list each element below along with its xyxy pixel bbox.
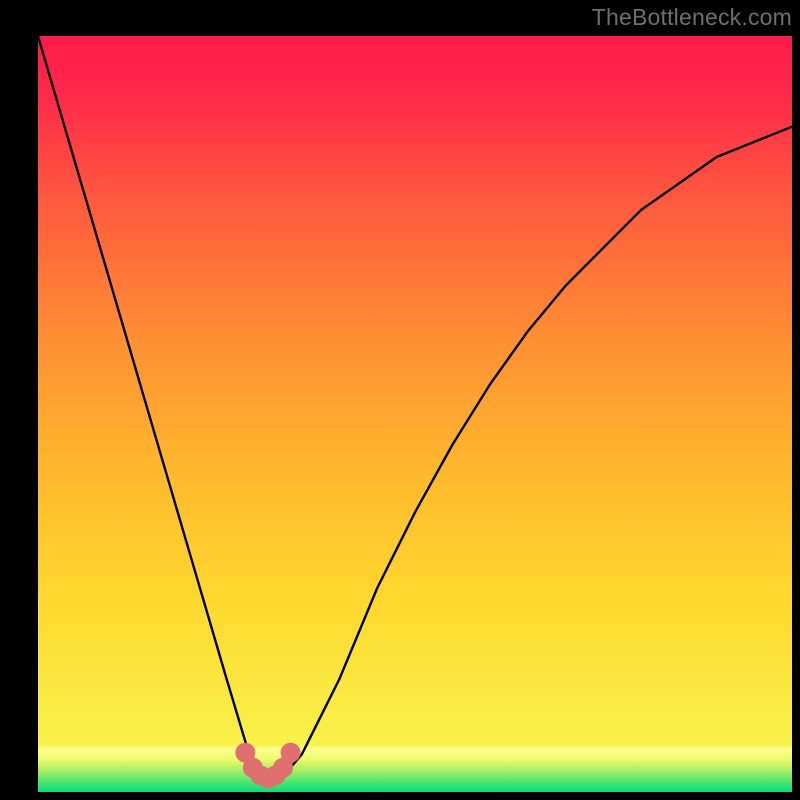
plot-area [38,36,792,792]
plot-svg [38,36,792,792]
gradient-bg [38,36,792,792]
chart-container: TheBottleneck.com [0,0,800,800]
watermark-text: TheBottleneck.com [592,4,792,31]
